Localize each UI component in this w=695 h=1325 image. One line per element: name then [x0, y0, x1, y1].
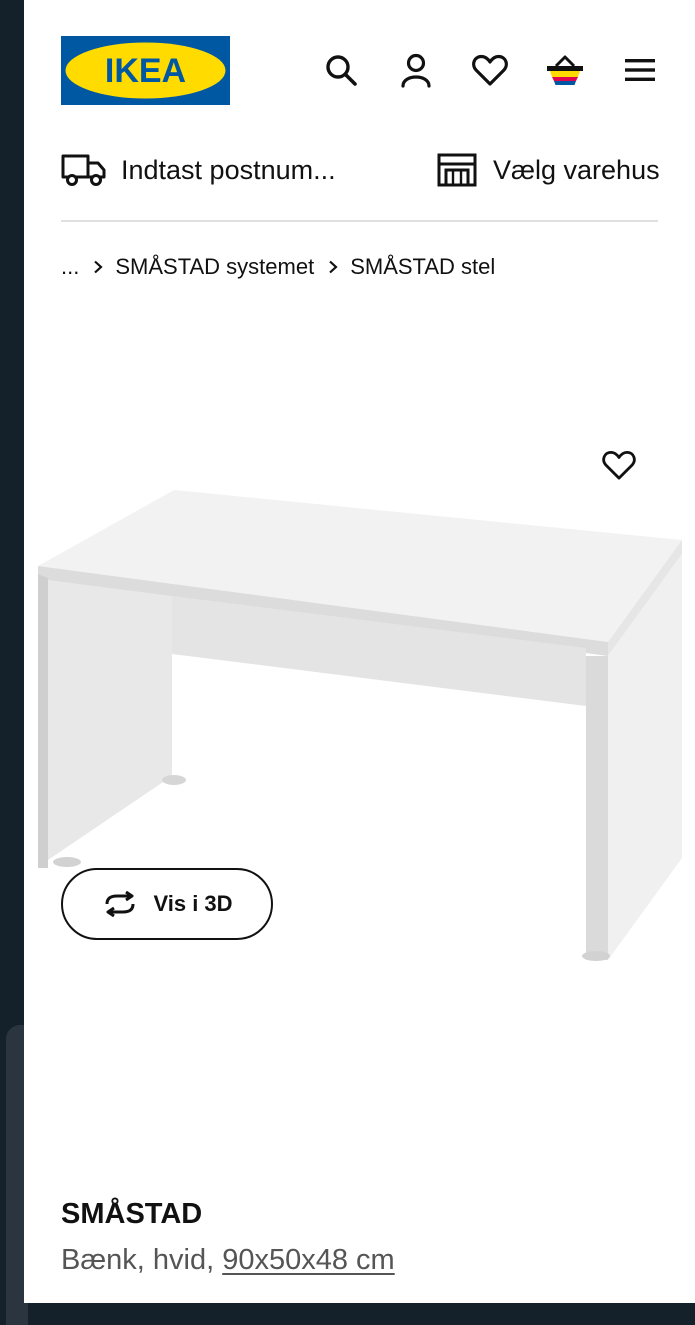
view-in-3d-button[interactable]: Vis i 3D: [61, 868, 273, 940]
product-type-color: Bænk, hvid,: [61, 1244, 223, 1276]
search-icon[interactable]: [321, 50, 361, 90]
add-to-favorites-heart-icon[interactable]: [598, 444, 640, 486]
delivery-postcode-label: Indtast postnum...: [121, 154, 336, 185]
basket-icon[interactable]: [545, 50, 585, 90]
choose-store-button[interactable]: Vælg varehus: [437, 148, 660, 192]
logo-text: IKEA: [105, 52, 186, 90]
breadcrumb: ... SMÅSTAD systemet SMÅSTAD stel: [61, 252, 495, 282]
product-dimensions-link[interactable]: 90x50x48 cm: [222, 1244, 395, 1276]
truck-icon: [61, 154, 106, 186]
view-in-3d-label: Vis i 3D: [153, 891, 233, 916]
menu-icon[interactable]: [620, 50, 660, 90]
account-icon[interactable]: [396, 50, 436, 90]
background-strip: [0, 0, 28, 1325]
product-page: IKEA Indtast postnum... Vælg varehus ...…: [24, 0, 695, 1303]
breadcrumb-item-system[interactable]: SMÅSTAD systemet: [115, 254, 314, 280]
chevron-right-icon: [93, 260, 103, 274]
choose-store-label: Vælg varehus: [493, 154, 660, 185]
favorites-heart-icon[interactable]: [470, 50, 510, 90]
delivery-postcode-button[interactable]: Indtast postnum...: [61, 148, 336, 192]
store-icon: [437, 153, 477, 187]
rotate-3d-icon: [105, 891, 135, 917]
breadcrumb-item-frame[interactable]: SMÅSTAD stel: [350, 254, 495, 280]
chevron-right-icon: [328, 260, 338, 274]
breadcrumb-item-ellipsis[interactable]: ...: [61, 254, 79, 280]
product-description: Bænk, hvid, 90x50x48 cm: [61, 1244, 395, 1277]
ikea-logo[interactable]: IKEA: [61, 36, 230, 105]
product-name: SMÅSTAD: [61, 1198, 203, 1230]
header-divider: [61, 220, 658, 222]
